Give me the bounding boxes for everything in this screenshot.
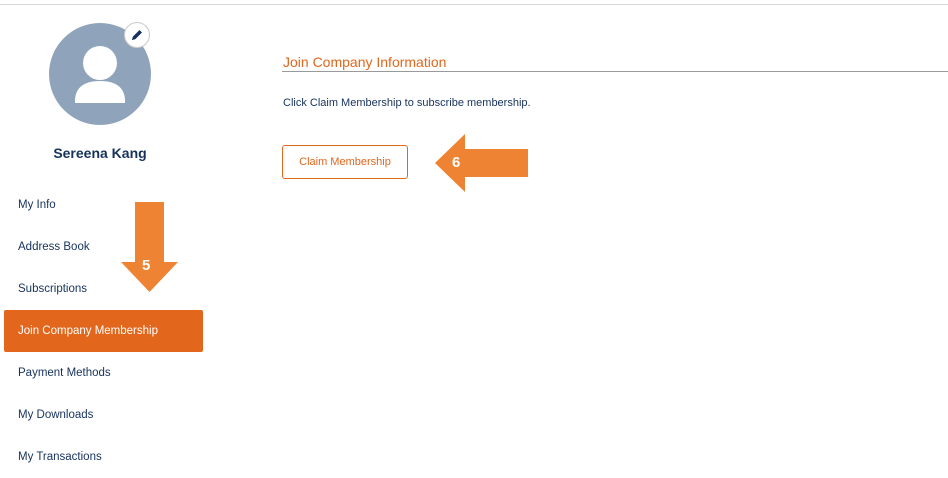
sidebar-item-payment-methods[interactable]: Payment Methods <box>4 352 203 394</box>
sidebar-item-label: My Transactions <box>18 451 102 463</box>
sidebar-item-label: Payment Methods <box>18 367 111 379</box>
section-title: Join Company Information <box>283 54 447 70</box>
claim-membership-button[interactable]: Claim Membership <box>282 145 408 179</box>
sidebar-item-label: My Downloads <box>18 409 94 421</box>
edit-avatar-button[interactable] <box>124 22 150 48</box>
sidebar-item-label: Address Book <box>18 241 90 253</box>
instruction-text: Click Claim Membership to subscribe memb… <box>283 97 531 109</box>
sidebar-item-label: Join Company Membership <box>18 325 158 337</box>
pencil-icon <box>132 30 142 40</box>
step-6-arrow-icon <box>435 134 528 192</box>
sidebar-item-my-transactions[interactable]: My Transactions <box>4 436 203 478</box>
top-divider <box>0 4 948 5</box>
user-name: Sereena Kang <box>53 145 147 161</box>
sidebar-item-label: My Info <box>18 199 56 211</box>
sidebar-item-my-downloads[interactable]: My Downloads <box>4 394 203 436</box>
sidebar-item-join-company-membership[interactable]: Join Company Membership <box>4 310 203 352</box>
step-5-arrow-icon <box>121 202 178 292</box>
section-divider <box>282 71 948 72</box>
sidebar-item-label: Subscriptions <box>18 283 88 295</box>
step-6-label: 6 <box>452 154 461 171</box>
step-5-label: 5 <box>142 257 151 274</box>
